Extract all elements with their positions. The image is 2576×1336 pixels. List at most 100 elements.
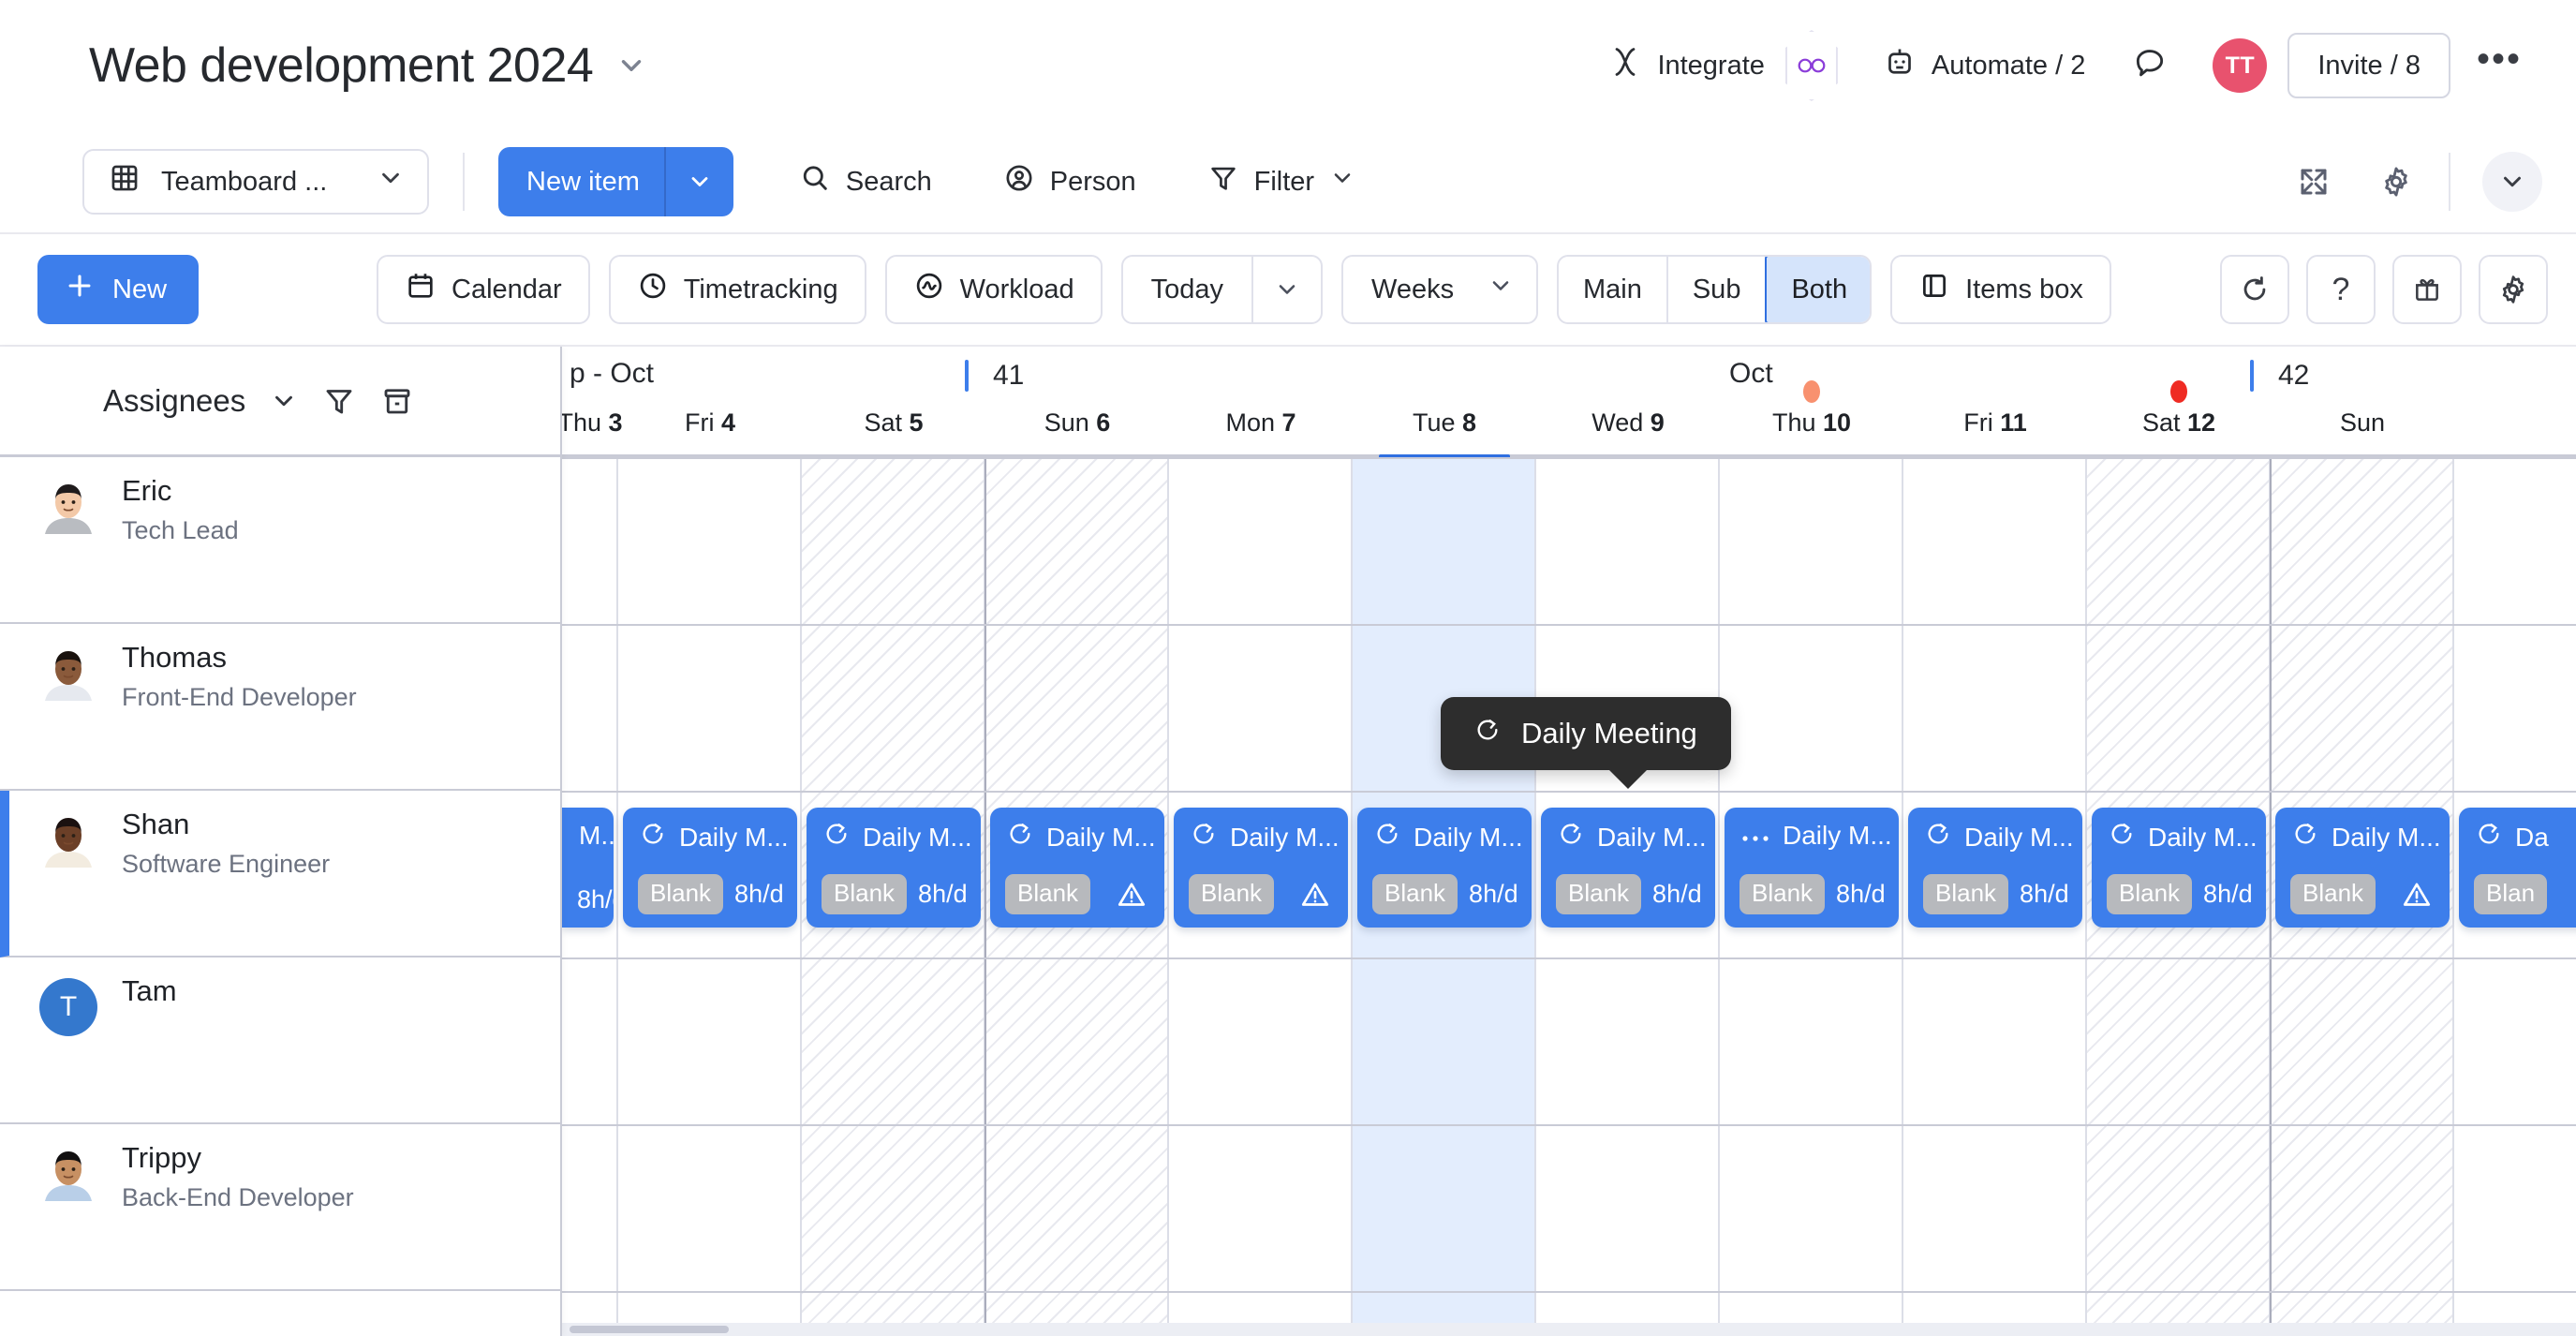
segment-sub[interactable]: Sub <box>1668 257 1768 322</box>
tooltip-text: Daily Meeting <box>1521 717 1697 750</box>
view-toolbar: New Calendar Timetracking Workload <box>0 234 2576 347</box>
task-bar-meta-row: Blank8h/d <box>638 874 784 914</box>
timeline-day-label[interactable]: Mon 7 <box>1225 408 1295 438</box>
today-label[interactable]: Today <box>1123 257 1251 322</box>
items-box-button[interactable]: Items box <box>1890 255 2111 324</box>
task-bar[interactable]: Daily M...Blank <box>2275 808 2450 928</box>
gear-icon[interactable] <box>2355 165 2437 199</box>
task-bar-title-row: Daily M... <box>1541 808 1715 854</box>
assignee-name: Thomas <box>122 641 357 675</box>
assignee-pane-header: Assignees <box>0 347 560 457</box>
main-sub-both-segment[interactable]: Main Sub Both <box>1557 255 1872 324</box>
filter-button[interactable]: Filter <box>1183 162 1380 201</box>
task-bar-title: Daily M... <box>1230 823 1340 853</box>
refresh-icon[interactable] <box>2220 255 2289 324</box>
scrollbar-thumb[interactable] <box>570 1326 729 1333</box>
week-number-label: 42 <box>2278 360 2309 392</box>
assignee-row[interactable]: Shan Software Engineer <box>0 791 560 957</box>
search-button[interactable]: Search <box>775 162 956 201</box>
calendar-button[interactable]: Calendar <box>377 255 590 324</box>
row-divider <box>562 624 2576 626</box>
timeline-day-label[interactable]: Fri 4 <box>685 408 735 438</box>
timetracking-button[interactable]: Timetracking <box>609 255 866 324</box>
avatar <box>39 811 97 869</box>
timeline-pane: p - Oct41Oct42 Thu 3Fri 4Sat 5Sun 6Mon 7… <box>562 347 2576 1336</box>
chevron-down-icon[interactable] <box>1488 273 1514 306</box>
task-bar[interactable]: Daily M...Blank8h/d <box>1357 808 1532 928</box>
timeline-day-label[interactable]: Wed 9 <box>1591 408 1665 438</box>
task-bar[interactable]: Daily M...Blank <box>990 808 1164 928</box>
workload-button[interactable]: Workload <box>885 255 1103 324</box>
person-filter-button[interactable]: Person <box>979 162 1161 201</box>
task-bar-title-row: Daily M... <box>1357 808 1532 854</box>
day-status-dot <box>2170 380 2187 403</box>
recurring-icon <box>1474 717 1501 750</box>
expand-arrows-icon[interactable] <box>2273 165 2355 199</box>
task-bar-lane: M...8h/dDaily M...Blank8h/dDaily M...Bla… <box>562 791 2576 957</box>
task-bar[interactable]: DaBlan <box>2459 808 2576 928</box>
task-bar[interactable]: Daily M...Blank8h/d <box>1541 808 1715 928</box>
task-bar[interactable]: Daily M...Blank8h/d <box>1908 808 2082 928</box>
task-bar[interactable]: Daily M...Blank8h/d <box>807 808 981 928</box>
timeline-day-label[interactable]: Sat 5 <box>864 408 923 438</box>
chevron-down-icon[interactable] <box>377 164 405 200</box>
assignee-row[interactable]: Thomas Front-End Developer <box>0 624 560 791</box>
assignee-name: Eric <box>122 474 239 508</box>
avatar[interactable]: TT <box>2213 38 2267 93</box>
new-button[interactable]: New <box>37 255 199 324</box>
zoom-level-select[interactable]: Weeks <box>1341 255 1538 324</box>
automate-button[interactable]: Automate / 2 <box>1860 45 2108 86</box>
task-bar[interactable]: M...8h/d <box>562 808 614 928</box>
task-bar-title: Daily M... <box>1964 823 2074 853</box>
chat-bubble-icon[interactable] <box>2108 46 2192 86</box>
row-divider <box>562 457 2576 459</box>
week-number-42: 42 <box>2250 360 2309 392</box>
chevron-down-icon[interactable] <box>666 147 733 216</box>
segment-both[interactable]: Both <box>1765 255 1872 324</box>
assignee-row[interactable]: T Tam <box>0 957 560 1124</box>
timeline-day-label[interactable]: Fri 11 <box>1963 408 2027 438</box>
collapse-toolbar-button[interactable] <box>2482 152 2542 212</box>
timeline-day-label[interactable]: Thu 10 <box>1772 408 1851 438</box>
task-status-chip: Blank <box>1923 874 2008 914</box>
task-status-chip: Blan <box>2474 874 2547 914</box>
task-bar-meta-row: 8h/d <box>577 885 600 914</box>
task-bar-meta-row: Blank <box>1005 874 1151 914</box>
task-bar[interactable]: Daily M...Blank <box>1174 808 1348 928</box>
week-number-41: 41 <box>965 360 1024 392</box>
new-item-button[interactable]: New item <box>498 147 733 216</box>
assignee-row[interactable]: Eric Tech Lead <box>0 457 560 624</box>
workload-label: Workload <box>960 275 1074 305</box>
avatar-initial: T <box>39 978 97 1036</box>
timeline-day-label[interactable]: Thu 3 <box>562 408 623 438</box>
recurring-icon <box>2476 821 2502 854</box>
ellipsis-icon[interactable] <box>1741 821 1769 851</box>
task-bar[interactable]: Daily M...Blank8h/d <box>2092 808 2266 928</box>
segment-main[interactable]: Main <box>1559 257 1668 322</box>
project-title-group[interactable]: Web development 2024 <box>89 37 647 94</box>
timeline-day-label[interactable]: Tue 8 <box>1413 408 1476 438</box>
task-bar[interactable]: Daily M...Blank8h/d <box>623 808 797 928</box>
timeline-day-label[interactable]: Sun 6 <box>1044 408 1111 438</box>
integrate-button[interactable]: Integrate <box>1586 30 1859 101</box>
ellipsis-icon[interactable]: ••• <box>2450 38 2542 94</box>
task-hours-label: 8h/d <box>734 880 784 909</box>
chevron-down-icon[interactable] <box>1253 257 1321 322</box>
timeline-day-label[interactable]: Sun <box>2340 408 2385 438</box>
gift-icon[interactable] <box>2392 255 2462 324</box>
assignee-row[interactable]: Trippy Back-End Developer <box>0 1124 560 1291</box>
chevron-down-icon[interactable] <box>615 50 647 82</box>
help-button[interactable]: ? <box>2306 255 2376 324</box>
chevron-down-icon[interactable] <box>270 387 298 415</box>
horizontal-scrollbar[interactable] <box>562 1323 2576 1336</box>
invite-button[interactable]: Invite / 8 <box>2287 33 2450 98</box>
gear-icon[interactable] <box>2479 255 2548 324</box>
today-button-group[interactable]: Today <box>1121 255 1323 324</box>
infinity-icon[interactable] <box>1785 30 1838 101</box>
archive-box-icon[interactable] <box>380 384 414 418</box>
funnel-icon[interactable] <box>322 384 356 418</box>
task-bar[interactable]: Daily M...Blank8h/d <box>1725 808 1899 928</box>
timeline-day-label[interactable]: Sat 12 <box>2142 408 2215 438</box>
chevron-down-icon[interactable] <box>1329 165 1355 199</box>
board-selector[interactable]: Teamboard ... <box>82 149 429 215</box>
